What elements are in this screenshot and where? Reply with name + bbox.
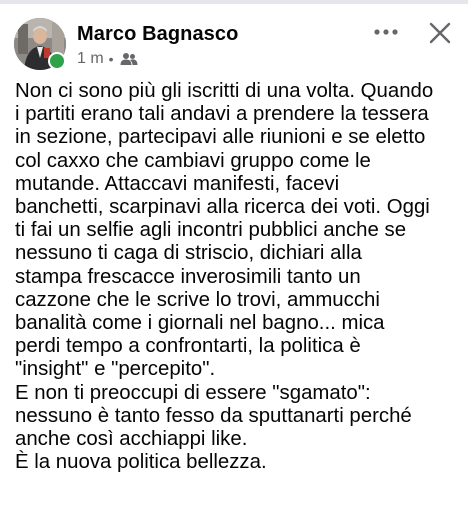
post-text-line: banchetti, scarpinavi alla ricerca dei v… — [15, 196, 430, 219]
post-text-line: Non ci sono più gli iscritti di una volt… — [15, 80, 434, 102]
close-button[interactable] — [428, 21, 452, 45]
post-text-line: nessuno è tanto fesso da sputtanarti per… — [15, 404, 412, 427]
post-text-line: perdi tempo a confrontarti, la politica … — [15, 335, 361, 358]
post-text-line: banalità come i giornali nel bagno... mi… — [15, 312, 385, 335]
post-text-line: col caxxo che cambiavi gruppo come le — [15, 149, 371, 172]
post-text-line: mutande. Attaccavi manifesti, facevi — [15, 172, 340, 195]
post-text: Non ci sono più gli iscritti di una volt… — [15, 80, 461, 474]
post-text-line: E non ti preoccupi di essere "sgamato": — [15, 381, 371, 404]
post-text-line: anche così acchiappi like. — [15, 428, 248, 451]
post-time[interactable]: 1 m — [77, 50, 104, 68]
meta-separator: • — [108, 51, 114, 67]
close-icon — [429, 22, 451, 44]
post-text-line: nessuno ti caga di striscio, dichiari al… — [15, 242, 362, 265]
post-text-line: "insight" e "percepito". — [15, 358, 216, 381]
post-header: Marco Bagnasco 1 m • — [0, 0, 468, 76]
more-options-icon — [374, 29, 398, 35]
online-status-dot — [48, 52, 66, 70]
more-options-button[interactable] — [372, 24, 400, 40]
post-text-line: cazzone che le scrive lo trovi, ammucchi — [15, 288, 380, 311]
post-text-line: i partiti erano tali andavi a prendere l… — [15, 103, 429, 126]
post-text-line: ti fai un selfie agli incontri pubblici … — [15, 219, 407, 242]
author-name[interactable]: Marco Bagnasco — [77, 23, 238, 46]
author-avatar[interactable] — [14, 18, 66, 70]
post-text-line: in sezione, partecipavi alle riunioni e … — [15, 126, 426, 149]
friends-icon[interactable] — [120, 52, 138, 66]
post-text-line: È la nuova politica bellezza. — [15, 451, 267, 474]
post-meta: 1 m • — [77, 50, 138, 68]
post-text-line: stampa frescacce inverosimili tanto un — [15, 265, 361, 288]
